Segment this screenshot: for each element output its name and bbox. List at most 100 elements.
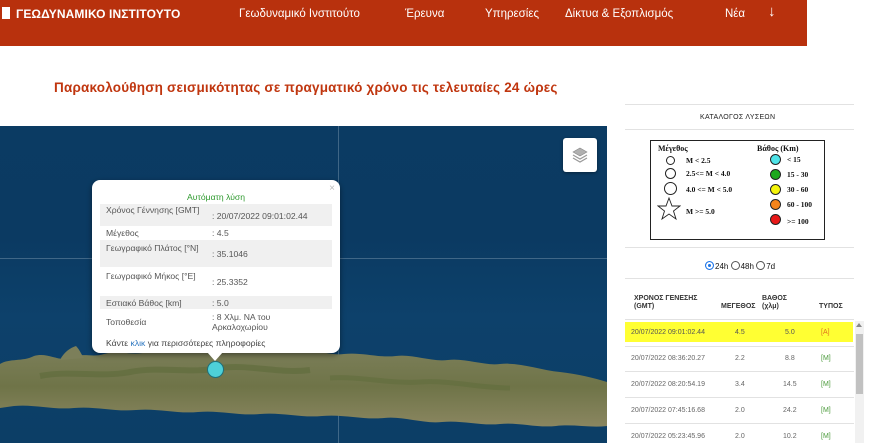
- earthquake-popup: × Αυτόματη λύση Χρόνος Γέννησης [GMT] : …: [92, 180, 340, 353]
- popup-row-label: Γεωγραφικό Πλάτος [°N]: [106, 243, 199, 253]
- cell-type: [M]: [821, 407, 831, 414]
- cell-time: 20/07/2022 05:23:45.96: [631, 433, 705, 440]
- page: ΓΕΩΔΥΝΑΜΙΚΟ ΙΝΣΤΙΤΟΥΤΟ Γεωδυναμικό Ινστι…: [0, 0, 880, 443]
- popup-footer-text: για περισσότερες πληροφορίες: [145, 338, 266, 348]
- column-header-depth[interactable]: ΒΑΘΟΣ (χλμ): [762, 295, 790, 311]
- table-scrollbar[interactable]: [855, 321, 864, 443]
- logo-mark-icon: [2, 7, 10, 19]
- top-navbar: ΓΕΩΔΥΝΑΜΙΚΟ ΙΝΣΤΙΤΟΥΤΟ Γεωδυναμικό Ινστι…: [0, 0, 807, 46]
- cell-type: [M]: [821, 355, 831, 362]
- cell-magnitude: 4.5: [735, 329, 745, 336]
- popup-row-label: Εστιακό Βάθος [km]: [106, 298, 182, 308]
- divider: [625, 129, 854, 130]
- cell-depth: 14.5: [783, 381, 797, 388]
- popup-row: Γεωγραφικό Πλάτος [°N] : 35.1046: [100, 240, 332, 267]
- legend-magnitude-label: M >= 5.0: [686, 207, 715, 216]
- popup-row: Χρόνος Γέννησης [GMT] : 20/07/2022 09:01…: [100, 204, 332, 226]
- popup-footer: Κάντε κλικ για περισσότερες πληροφορίες: [106, 338, 265, 348]
- legend-depth-label: >= 100: [787, 217, 809, 226]
- legend-depth-label: 60 - 100: [787, 200, 812, 209]
- popup-row: Μέγεθος : 4.5: [100, 227, 332, 239]
- popup-row-value: : 8 Χλμ. ΝΑ του Αρκαλοχωρίου: [212, 312, 271, 332]
- period-label: 48h: [740, 262, 754, 271]
- table-row[interactable]: 20/07/2022 05:23:45.96 2.0 10.2 [M]: [625, 426, 853, 443]
- popup-pointer: [207, 352, 223, 361]
- layers-icon: [571, 146, 589, 164]
- popup-row-value: : 35.1046: [212, 249, 248, 259]
- popup-row: Εστιακό Βάθος [km] : 5.0: [100, 296, 332, 309]
- column-header-type[interactable]: ΤΥΠΟΣ: [819, 303, 843, 311]
- divider: [625, 397, 854, 398]
- table-row[interactable]: 20/07/2022 09:01:02.44 4.5 5.0 [A]: [625, 322, 853, 342]
- column-header-magnitude[interactable]: ΜΕΓΕΘΟΣ: [721, 303, 755, 311]
- legend-box: Μέγεθος Βάθος (Km) M < 2.5 2.5<= M < 4.0…: [650, 140, 825, 240]
- popup-row-label: Γεωγραφικό Μήκος [°E]: [106, 271, 196, 281]
- magnitude-large-icon: [664, 182, 677, 195]
- legend-magnitude-label: 4.0 <= M < 5.0: [686, 185, 733, 194]
- logo-text: ΓΕΩΔΥΝΑΜΙΚΟ ΙΝΣΤΙΤΟΥΤΟ: [16, 7, 181, 21]
- cell-type: [A]: [821, 329, 830, 336]
- divider: [625, 278, 854, 279]
- depth-swatch-green: [770, 169, 781, 180]
- table-row[interactable]: 20/07/2022 07:45:16.68 2.0 24.2 [M]: [625, 400, 853, 420]
- cell-magnitude: 2.0: [735, 433, 745, 440]
- cell-time: 20/07/2022 07:45:16.68: [631, 407, 705, 414]
- cell-time: 20/07/2022 08:20:54.19: [631, 381, 705, 388]
- star-icon: [657, 197, 681, 221]
- divider: [625, 371, 854, 372]
- depth-swatch-red: [770, 214, 781, 225]
- nav-item-institute[interactable]: Γεωδυναμικό Ινστιτούτο: [239, 8, 360, 20]
- legend-depth-label: 15 - 30: [787, 170, 809, 179]
- site-logo[interactable]: ΓΕΩΔΥΝΑΜΙΚΟ ΙΝΣΤΙΤΟΥΤΟ: [2, 7, 180, 21]
- popup-row: Τοποθεσία : 8 Χλμ. ΝΑ του Αρκαλοχωρίου: [100, 310, 332, 334]
- cell-depth: 10.2: [783, 433, 797, 440]
- cell-type: [M]: [821, 433, 831, 440]
- divider: [625, 319, 854, 320]
- popup-row-value: : 20/07/2022 09:01:02.44: [212, 211, 308, 221]
- popup-row-label: Τοποθεσία: [106, 317, 147, 327]
- period-label: 7d: [766, 262, 776, 271]
- cell-magnitude: 3.4: [735, 381, 745, 388]
- legend-depth-heading: Βάθος (Km): [757, 144, 799, 153]
- period-radio-7d[interactable]: [756, 261, 766, 270]
- depth-swatch-orange: [770, 199, 781, 210]
- depth-swatch-yellow: [770, 184, 781, 195]
- popup-row-value: : 25.3352: [212, 277, 248, 287]
- scrollbar-thumb[interactable]: [856, 334, 863, 394]
- popup-row-value: : 4.5: [212, 228, 229, 238]
- period-radio-24h[interactable]: [705, 261, 714, 270]
- cell-depth: 5.0: [785, 329, 795, 336]
- divider: [625, 346, 854, 347]
- magnitude-medium-icon: [665, 168, 676, 179]
- nav-item-services[interactable]: Υπηρεσίες: [485, 8, 539, 20]
- popup-row-label: Χρόνος Γέννησης [GMT]: [106, 205, 200, 215]
- depth-swatch-cyan: [770, 154, 781, 165]
- table-row[interactable]: 20/07/2022 08:36:20.27 2.2 8.8 [M]: [625, 348, 853, 368]
- nav-item-networks[interactable]: Δίκτυα & Εξοπλισμός: [565, 8, 673, 20]
- earthquake-marker[interactable]: [207, 361, 224, 378]
- arrow-down-icon[interactable]: ↓: [768, 3, 776, 20]
- cell-depth: 8.8: [785, 355, 795, 362]
- popup-heading: Αυτόματη λύση: [187, 192, 245, 202]
- column-header-time[interactable]: ΧΡΟΝΟΣ ΓΕΝΕΣΗΣ (GMT): [634, 295, 704, 311]
- more-info-link[interactable]: κλικ: [131, 338, 146, 348]
- period-radio-48h[interactable]: [730, 261, 740, 270]
- popup-row: Γεωγραφικό Μήκος [°E] : 25.3352: [100, 268, 332, 295]
- nav-item-news[interactable]: Νέα: [725, 8, 745, 20]
- divider: [625, 247, 854, 248]
- layers-button[interactable]: [563, 138, 597, 172]
- divider: [625, 423, 854, 424]
- legend-magnitude-heading: Μέγεθος: [658, 144, 688, 153]
- legend-depth-label: 30 - 60: [787, 185, 809, 194]
- magnitude-small-icon: [666, 156, 675, 165]
- nav-item-research[interactable]: Έρευνα: [405, 8, 444, 20]
- popup-footer-text: Κάντε: [106, 338, 131, 348]
- legend-depth-label: < 15: [787, 155, 801, 164]
- table-row[interactable]: 20/07/2022 08:20:54.19 3.4 14.5 [M]: [625, 374, 853, 394]
- cell-time: 20/07/2022 08:36:20.27: [631, 355, 705, 362]
- legend-magnitude-label: 2.5<= M < 4.0: [686, 169, 731, 178]
- panel-title: ΚΑΤΑΛΟΓΟΣ ΛΥΣΕΩΝ: [700, 114, 776, 121]
- scroll-up-icon[interactable]: [856, 323, 862, 327]
- legend-magnitude-label: M < 2.5: [686, 156, 711, 165]
- popup-row-value: : 5.0: [212, 298, 229, 308]
